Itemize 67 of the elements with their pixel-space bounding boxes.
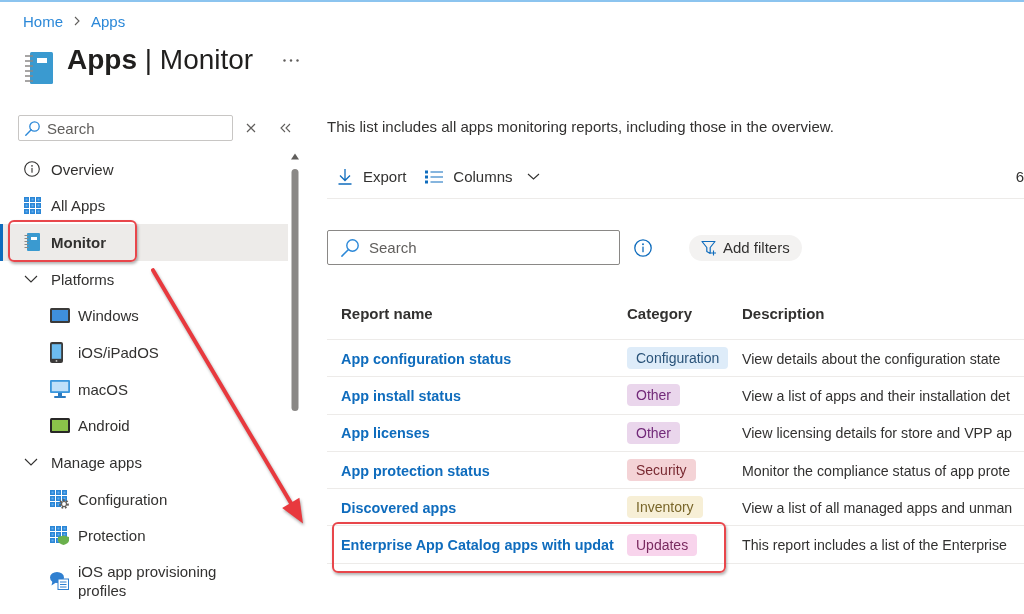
report-link[interactable]: Discovered apps: [341, 499, 457, 516]
nav-item[interactable]: Protection: [0, 517, 288, 554]
category-tag: Configuration: [627, 347, 729, 370]
description-text: View a list of apps and their installation det: [742, 387, 1010, 404]
chevron-down-icon[interactable]: [24, 275, 38, 284]
search-field[interactable]: Search: [327, 230, 620, 265]
monitor-icon: [50, 380, 70, 399]
tablet-icon: [50, 341, 63, 363]
scrollbar[interactable]: [290, 152, 300, 411]
search-field[interactable]: Search: [18, 115, 233, 141]
grid-shield-icon: [50, 526, 69, 546]
report-link[interactable]: App configuration status: [341, 350, 512, 367]
double-chevron-icon[interactable]: [280, 123, 291, 133]
screen-icon: [50, 308, 70, 324]
description-text: View licensing details for store and VPP ap: [742, 425, 1012, 442]
display-icon: [50, 418, 70, 434]
list-icon: [425, 169, 444, 184]
breadcrumb-link[interactable]: Home: [23, 12, 63, 30]
chevron-right-icon: [74, 16, 80, 26]
count-text: 6: [1015, 168, 1024, 185]
nav-item[interactable]: iOS app provisioning profiles: [0, 553, 288, 608]
page-title: Apps | Monitor: [67, 43, 254, 77]
toolbar-button[interactable]: Export: [337, 160, 407, 193]
description-text: View details about the configuration state: [742, 350, 1001, 367]
search-icon: [25, 120, 40, 136]
nav-item[interactable]: macOS: [0, 370, 288, 408]
search-icon: [341, 238, 359, 257]
download-icon: [337, 168, 353, 185]
category-tag: Security: [627, 459, 696, 482]
nav-item[interactable]: Overview: [0, 151, 288, 188]
nav-item[interactable]: iOS/iPadOS: [0, 333, 288, 371]
nav-group[interactable]: Platforms: [0, 260, 288, 298]
grid-gear-icon: [50, 489, 69, 509]
category-tag: Updates: [627, 533, 698, 556]
info-icon: [24, 161, 40, 178]
category-tag: Inventory: [627, 496, 703, 519]
info-icon[interactable]: [634, 238, 652, 257]
nav-item[interactable]: Windows: [0, 297, 288, 334]
dropdown-button[interactable]: Columns: [425, 160, 540, 193]
column-header: Description: [742, 305, 825, 322]
grid-icon: [24, 197, 41, 215]
column-header: Category: [627, 305, 693, 322]
category-tag: Other: [627, 421, 680, 444]
filter-icon: [701, 239, 717, 256]
report-link[interactable]: Enterprise App Catalog apps with updat: [341, 537, 614, 554]
nav-item[interactable]: All Apps: [0, 187, 288, 225]
nav-item[interactable]: Configuration: [0, 480, 288, 518]
profile-list-icon: [50, 571, 69, 591]
description-text: View a list of all managed apps and unman: [742, 499, 1013, 516]
report-link[interactable]: App install status: [341, 387, 461, 404]
description-text: Monitor the compliance status of app prote: [742, 462, 1011, 479]
report-link[interactable]: App protection status: [341, 462, 490, 479]
nav-group[interactable]: Manage apps: [0, 444, 288, 481]
notebook-icon: [25, 52, 53, 84]
nav-item[interactable]: Android: [0, 407, 288, 445]
filter-button[interactable]: Add filters: [689, 234, 802, 261]
description-text: This report includes a list of the Enterprise: [742, 537, 1007, 554]
close-icon[interactable]: [246, 123, 256, 133]
chevron-down-icon[interactable]: [24, 458, 38, 467]
column-header: Report name: [341, 305, 433, 322]
category-tag: Other: [627, 384, 680, 407]
more-icon[interactable]: [283, 58, 300, 62]
intro-text: This list includes all apps monitoring reports, including those in the overview.: [327, 117, 834, 137]
report-link[interactable]: App licenses: [341, 425, 430, 442]
breadcrumb-link[interactable]: Apps: [91, 12, 126, 30]
notebook-icon: [24, 233, 40, 252]
chevron-down-icon: [526, 173, 540, 180]
